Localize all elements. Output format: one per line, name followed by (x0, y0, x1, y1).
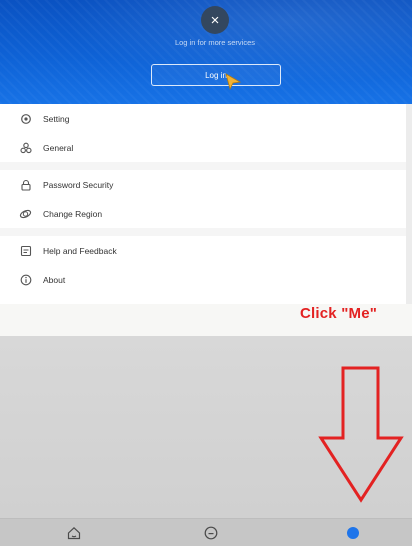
close-button[interactable]: × (201, 6, 229, 34)
nav-home-button[interactable] (65, 524, 83, 542)
menu-item-help-and-feedback[interactable]: Help and Feedback (0, 236, 412, 265)
menu-item-password-security[interactable]: Password Security (0, 170, 412, 199)
menu-divider (0, 228, 412, 236)
menu-item-change-region[interactable]: Change Region (0, 199, 412, 228)
menu-item-label: Change Region (43, 208, 103, 219)
menu-divider (0, 162, 412, 170)
nav-me-button[interactable] (344, 524, 362, 542)
general-icon (19, 141, 32, 154)
info-icon (19, 273, 32, 286)
menu-item-general[interactable]: General (0, 133, 412, 162)
home-icon (67, 526, 81, 540)
chat-icon (204, 526, 218, 540)
menu-item-label: General (43, 142, 74, 153)
close-icon: × (210, 11, 220, 29)
globe-icon (19, 207, 32, 220)
menu-item-label: Setting (43, 113, 70, 124)
login-button[interactable]: Log in (151, 64, 281, 86)
menu-item-about[interactable]: About (0, 265, 412, 294)
down-arrow-icon (318, 366, 404, 503)
mouse-cursor-icon (225, 73, 242, 91)
click-me-annotation: Click "Me" (300, 305, 378, 322)
menu-item-label: About (43, 274, 66, 285)
login-hint-text: Log in for more services (174, 38, 256, 47)
bottom-navigation-bar (0, 518, 412, 546)
me-icon (347, 527, 359, 539)
menu-item-label: Password Security (43, 179, 114, 190)
pane-edge (406, 104, 412, 304)
settings-menu: Setting General Password Security Change… (0, 104, 412, 294)
login-header: × Log in for more services Log in (0, 0, 412, 104)
nav-chat-button[interactable] (202, 524, 220, 542)
menu-item-label: Help and Feedback (43, 245, 117, 256)
help-icon (19, 244, 32, 257)
gear-icon (19, 112, 32, 125)
menu-item-setting[interactable]: Setting (0, 104, 412, 133)
lock-icon (19, 178, 32, 191)
